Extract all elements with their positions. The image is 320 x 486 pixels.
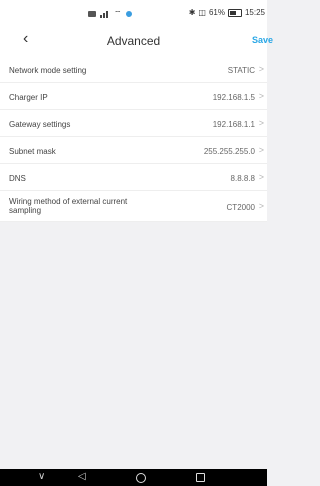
- nav-home-icon[interactable]: [136, 473, 146, 483]
- battery-percent: 61%: [208, 8, 225, 17]
- status-right-icons: ✱ ◫ 61% 15:25: [189, 8, 265, 17]
- row-value: 192.168.1.5: [212, 93, 255, 102]
- chevron-right-icon: >: [258, 91, 264, 101]
- charger-ip-row[interactable]: Charger IP 192.168.1.5 >: [0, 83, 267, 110]
- row-value: CT2000: [226, 203, 255, 212]
- gateway-settings-row[interactable]: Gateway settings 192.168.1.1 >: [0, 110, 267, 137]
- page-title: Advanced: [106, 34, 161, 48]
- row-value: 255.255.255.0: [203, 147, 255, 156]
- row-label: Subnet mask: [9, 147, 56, 156]
- clock-time: 15:25: [244, 8, 265, 17]
- nav-recents-icon[interactable]: [196, 473, 205, 482]
- status-left-icons: ⌔: [88, 9, 132, 19]
- bluetooth-icon: ✱: [188, 8, 196, 17]
- notification-dot-icon: [125, 11, 132, 17]
- battery-icon: [227, 8, 242, 17]
- nav-back-icon[interactable]: ◁: [78, 472, 86, 482]
- status-bar: ⌔ ✱ ◫ 61% 15:25: [0, 0, 267, 26]
- row-label: DNS: [9, 174, 26, 183]
- row-value: 8.8.8.8: [230, 174, 255, 183]
- row-label: Network mode setting: [9, 66, 87, 75]
- wiring-method-row[interactable]: Wiring method of external current sampli…: [0, 191, 267, 222]
- vibrate-icon: ◫: [198, 8, 206, 17]
- chevron-right-icon: >: [258, 201, 264, 211]
- save-button[interactable]: Save: [252, 35, 273, 45]
- row-label: Gateway settings: [9, 120, 71, 129]
- chevron-right-icon: >: [258, 145, 264, 155]
- chevron-right-icon: >: [258, 64, 264, 74]
- row-label: Charger IP: [9, 93, 48, 102]
- row-label: Wiring method of external current sampli…: [9, 197, 128, 215]
- wifi-icon: ⌔: [114, 9, 122, 18]
- subnet-mask-row[interactable]: Subnet mask 255.255.255.0 >: [0, 137, 267, 164]
- chevron-right-icon: >: [258, 172, 264, 182]
- row-value: 192.168.1.1: [212, 120, 255, 129]
- system-nav-bar: ∨ ◁: [0, 469, 267, 486]
- chevron-right-icon: >: [258, 118, 264, 128]
- app-header: ‹ Advanced Save: [0, 26, 273, 56]
- signal-icon: [100, 10, 110, 18]
- row-value: STATIC: [227, 66, 255, 75]
- settings-list: Network mode setting STATIC > Charger IP…: [0, 56, 267, 222]
- hide-keyboard-icon[interactable]: ∨: [38, 472, 45, 482]
- dns-row[interactable]: DNS 8.8.8.8 >: [0, 164, 267, 191]
- sim-icon: [88, 11, 96, 17]
- network-mode-row[interactable]: Network mode setting STATIC >: [0, 56, 267, 83]
